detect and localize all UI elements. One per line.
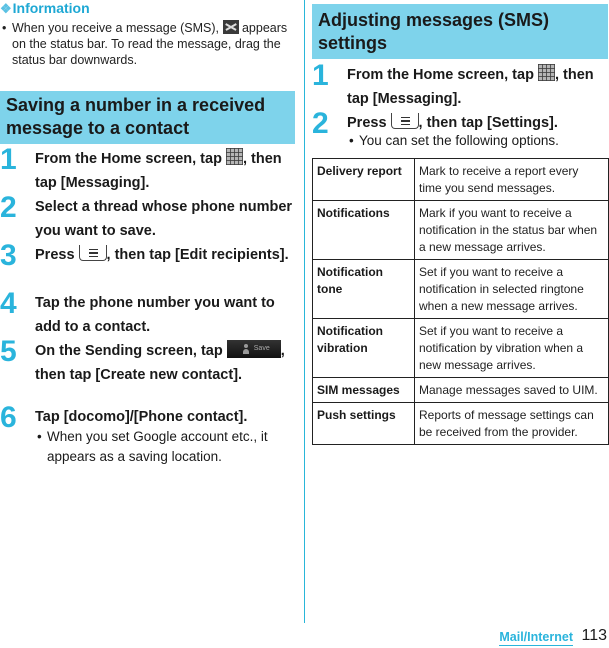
information-note: When you receive a message (SMS), appear…	[0, 20, 302, 68]
column-divider	[304, 0, 305, 623]
menu-key-icon	[390, 113, 419, 129]
table-row: SIM messages Manage messages saved to UI…	[312, 377, 609, 403]
settings-options-table: Delivery report Mark to receive a report…	[312, 158, 609, 445]
step-text: Tap the phone number you want to add to …	[35, 295, 275, 335]
option-name: Notification vibration	[312, 318, 415, 378]
step-number: 2	[0, 191, 17, 224]
step-number: 3	[0, 239, 17, 272]
diamond-bullet-icon: ❖	[0, 1, 12, 16]
table-row: Push settings Reports of message setting…	[312, 402, 609, 445]
menu-key-icon	[78, 245, 107, 261]
table-row: Notification tone Set if you want to rec…	[312, 259, 609, 319]
option-description: Set if you want to receive a notificatio…	[414, 318, 609, 378]
person-icon	[242, 344, 249, 354]
step-number: 4	[0, 287, 17, 320]
section-name: Mail/Internet	[499, 630, 573, 646]
step-number: 2	[312, 107, 329, 140]
option-description: Mark if you want to receive a notificati…	[414, 200, 609, 260]
option-description: Set if you want to receive a notificatio…	[414, 259, 609, 319]
section-heading-save-number: Saving a number in a received message to…	[0, 91, 295, 144]
step-text: Press , then tap [Edit recipients].	[35, 245, 289, 263]
option-name: Delivery report	[312, 158, 415, 201]
step-note: When you set Google account etc., it app…	[35, 427, 309, 467]
option-name: Push settings	[312, 402, 415, 445]
step-text: Tap [docomo]/[Phone contact].	[35, 409, 248, 425]
option-name: Notifications	[312, 200, 415, 260]
step-number: 1	[0, 143, 17, 176]
section-heading-sms-settings: Adjusting messages (SMS) settings	[312, 4, 608, 59]
step-number: 5	[0, 335, 17, 368]
option-name: SIM messages	[312, 377, 415, 403]
option-description: Manage messages saved to UIM.	[414, 377, 609, 403]
page-number: 113	[581, 627, 607, 644]
sms-envelope-icon	[222, 20, 239, 34]
step-number: 1	[312, 59, 329, 92]
option-description: Mark to receive a report every time you …	[414, 158, 609, 201]
table-row: Delivery report Mark to receive a report…	[312, 158, 609, 201]
save-contact-button-icon: Save	[226, 340, 281, 358]
table-row: Notifications Mark if you want to receiv…	[312, 200, 609, 260]
option-name: Notification tone	[312, 259, 415, 319]
table-row: Notification vibration Set if you want t…	[312, 318, 609, 378]
step-text: From the Home screen, tap , then tap [Me…	[347, 63, 609, 111]
app-grid-icon	[537, 64, 555, 81]
option-description: Reports of message settings can be recei…	[414, 402, 609, 445]
app-grid-icon	[225, 148, 243, 165]
step-number: 6	[0, 401, 17, 434]
step-text: Select a thread whose phone number you w…	[35, 199, 293, 239]
step-text: On the Sending screen, tap Save, then ta…	[35, 339, 297, 387]
step-note: You can set the following options.	[347, 131, 609, 151]
step-text: From the Home screen, tap , then tap [Me…	[35, 147, 297, 195]
information-title: ❖Information	[0, 0, 90, 16]
